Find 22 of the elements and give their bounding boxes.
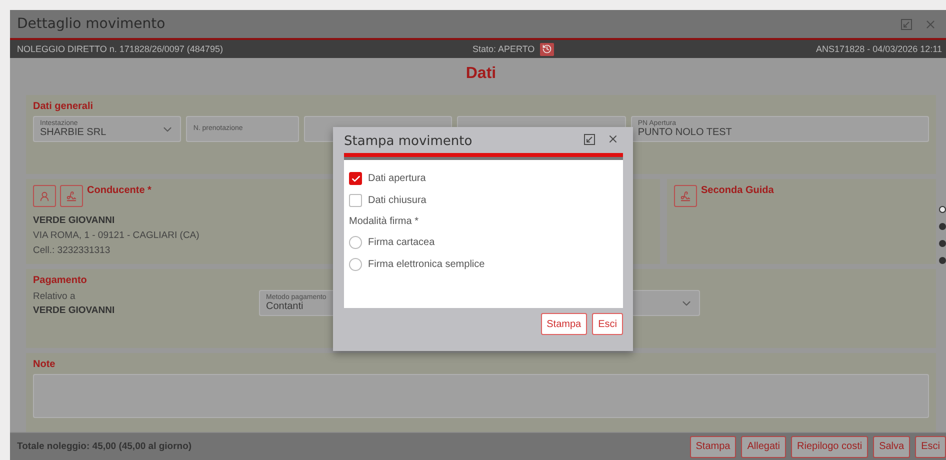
card-title: Dati generali <box>33 101 94 112</box>
field-label: Relativo a <box>33 291 76 302</box>
driver-address: VIA ROMA, 1 - 09121 - CAGLIARI (CA) <box>33 230 200 241</box>
card-title: Seconda Guida <box>701 185 774 196</box>
option-label: Dati chiusura <box>368 195 426 206</box>
total-text: Totale noleggio: 45,00 (45,00 al giorno) <box>17 441 193 452</box>
reference-text: ANS171828 - 04/03/2026 12:11 <box>815 44 942 54</box>
option-label: Dati apertura <box>368 173 426 184</box>
driver-phone: Cell.: 3232331313 <box>33 245 110 256</box>
window-title: Dettaglio movimento <box>17 16 166 32</box>
payer-name: VERDE GIOVANNI <box>33 305 115 316</box>
option-label: Firma elettronica semplice <box>368 259 485 270</box>
booking-number: NOLEGGIO DIRETTO n. 171828/26/0097 (484795) <box>17 44 224 54</box>
card-title: Note <box>33 359 56 370</box>
driver-name: VERDE GIOVANNI <box>33 215 115 226</box>
dialog-title: Stampa movimento <box>344 134 474 149</box>
card-title: Pagamento <box>33 275 88 286</box>
status-text: Stato: APERTO <box>472 44 535 54</box>
section-title: Dati <box>466 65 496 83</box>
field-label: Modalità firma * <box>349 216 420 227</box>
card-title: Conducente * <box>87 185 152 196</box>
option-label: Firma cartacea <box>368 237 435 248</box>
